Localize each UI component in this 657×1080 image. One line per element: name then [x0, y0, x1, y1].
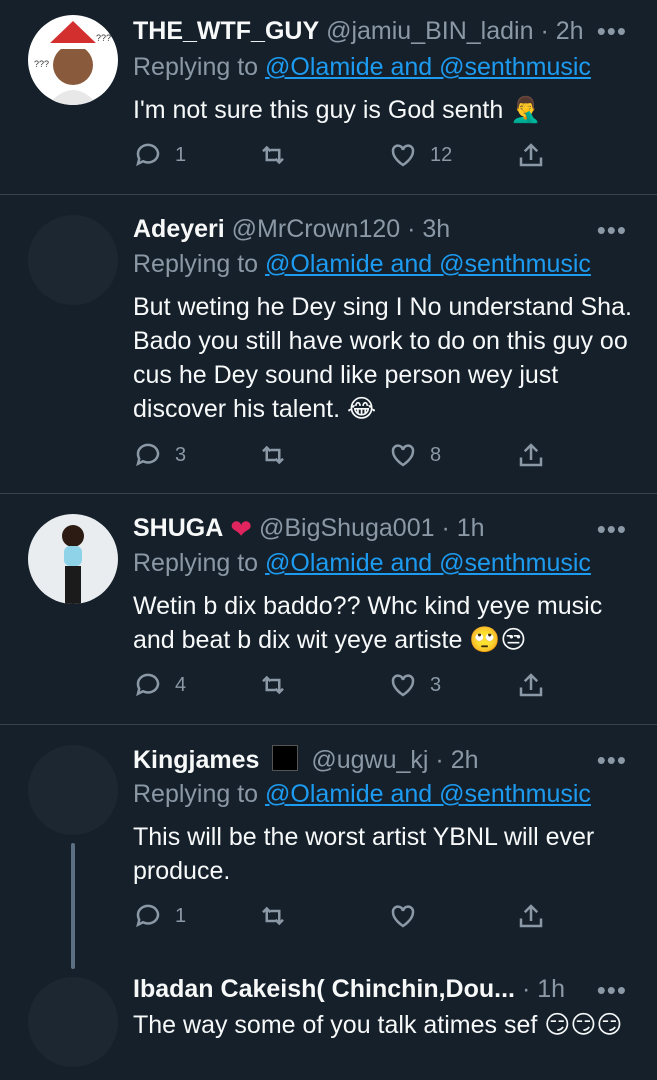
replying-to-link[interactable]: @Olamide and @senthmusic: [265, 53, 591, 81]
share-button[interactable]: [516, 670, 546, 700]
retweet-button[interactable]: [258, 901, 300, 931]
tweet-4[interactable]: Kingjames @ugwu_kj · 2h ••• Replying to …: [0, 725, 657, 969]
replying-to-label: Replying to: [133, 549, 259, 577]
display-name[interactable]: Adeyeri: [133, 215, 225, 243]
retweet-icon: [262, 145, 284, 165]
replying-to-link[interactable]: @Olamide and @senthmusic: [265, 250, 591, 278]
display-name[interactable]: SHUGA: [133, 514, 223, 542]
separator-dot: ·: [521, 975, 531, 1003]
tweet-text: But weting he Dey sing I No understand S…: [133, 293, 632, 423]
avatar-adeyeri[interactable]: [28, 215, 118, 305]
like-button[interactable]: 12: [388, 140, 452, 170]
reply-icon: [136, 443, 160, 467]
retweet-icon: [262, 675, 284, 695]
tweet-text: The way some of you talk atimes sef 😏😏😏: [133, 1011, 623, 1039]
avatar-ibadan-cakeish[interactable]: [28, 977, 118, 1067]
more-options-icon[interactable]: •••: [597, 975, 627, 1006]
timestamp[interactable]: 2h: [451, 746, 479, 774]
tweet-2[interactable]: Adeyeri @MrCrown120 · 3h ••• Replying to…: [0, 195, 657, 494]
retweet-button[interactable]: [258, 670, 300, 700]
black-square-icon: [272, 745, 299, 771]
share-button[interactable]: [516, 140, 546, 170]
replying-to-label: Replying to: [133, 53, 259, 81]
like-button[interactable]: [388, 901, 430, 931]
more-options-icon[interactable]: •••: [597, 16, 627, 47]
reply-button[interactable]: 3: [133, 440, 186, 470]
heart-icon: [391, 144, 415, 167]
retweet-icon: [262, 906, 284, 926]
separator-dot: ·: [407, 215, 416, 243]
avatar-shuga[interactable]: [28, 514, 118, 604]
like-count: 3: [430, 673, 442, 696]
svg-text:???: ???: [96, 33, 111, 43]
timestamp[interactable]: 3h: [422, 215, 450, 243]
user-handle[interactable]: @BigShuga001: [259, 514, 435, 542]
replying-to-link[interactable]: @Olamide and @senthmusic: [265, 780, 591, 808]
share-icon: [519, 443, 543, 467]
retweet-icon: [262, 445, 284, 465]
more-options-icon[interactable]: •••: [597, 514, 627, 545]
thread-connector-line: [71, 843, 75, 969]
like-count: 8: [430, 443, 442, 466]
replying-to-label: Replying to: [133, 780, 259, 808]
user-handle[interactable]: @jamiu_BIN_ladin: [326, 17, 533, 45]
reply-count: 4: [175, 673, 187, 696]
replying-to-label: Replying to: [133, 250, 259, 278]
timestamp[interactable]: 1h: [537, 975, 565, 1003]
display-name[interactable]: Kingjames: [133, 746, 259, 774]
reply-count: 1: [175, 143, 187, 166]
reply-button[interactable]: 1: [133, 140, 186, 170]
replying-to-link[interactable]: @Olamide and @senthmusic: [265, 549, 591, 577]
separator-dot: ·: [435, 746, 444, 774]
heart-icon: [391, 444, 415, 467]
timestamp[interactable]: 1h: [457, 514, 485, 542]
share-icon: [519, 143, 543, 167]
tweet-text: Wetin b dix baddo?? Whc kind yeye music …: [133, 592, 603, 654]
more-options-icon[interactable]: •••: [597, 745, 627, 776]
separator-dot: ·: [441, 514, 450, 542]
reply-icon: [136, 143, 160, 167]
tweet-text: I'm not sure this guy is God senth 🤦‍♂️: [133, 96, 542, 124]
avatar-the-wtf-guy[interactable]: ??? ???: [28, 15, 118, 105]
share-icon: [519, 904, 543, 928]
like-button[interactable]: 3: [388, 670, 441, 700]
display-name[interactable]: Ibadan Cakeish( Chinchin,Dou...: [133, 975, 515, 1003]
more-options-icon[interactable]: •••: [597, 215, 627, 246]
reply-button[interactable]: 4: [133, 670, 186, 700]
user-handle[interactable]: @MrCrown120: [232, 215, 400, 243]
tweet-text: This will be the worst artist YBNL will …: [133, 823, 595, 885]
like-button[interactable]: 8: [388, 440, 441, 470]
timestamp[interactable]: 2h: [556, 17, 584, 45]
reply-count: 3: [175, 443, 187, 466]
tweet-1[interactable]: ??? ??? THE_WTF_GUY @jamiu_BIN_ladin · 2…: [0, 0, 657, 195]
share-button[interactable]: [516, 440, 546, 470]
red-heart-icon: ❤: [230, 514, 253, 544]
heart-icon: [391, 905, 415, 928]
share-button[interactable]: [516, 901, 546, 931]
tweet-5[interactable]: Ibadan Cakeish( Chinchin,Dou... · 1h •••…: [0, 955, 657, 1080]
reply-count: 1: [175, 904, 187, 927]
reply-icon: [136, 673, 160, 697]
avatar-kingjames[interactable]: [28, 745, 118, 835]
svg-text:???: ???: [34, 59, 49, 69]
user-handle[interactable]: @ugwu_kj: [311, 746, 428, 774]
reply-icon: [136, 904, 160, 928]
retweet-button[interactable]: [258, 140, 300, 170]
tweet-3[interactable]: SHUGA ❤ @BigShuga001 · 1h ••• Replying t…: [0, 494, 657, 725]
display-name[interactable]: THE_WTF_GUY: [133, 17, 319, 45]
reply-button[interactable]: 1: [133, 901, 186, 931]
separator-dot: ·: [540, 17, 549, 45]
retweet-button[interactable]: [258, 440, 300, 470]
heart-icon: [391, 674, 415, 697]
like-count: 12: [430, 143, 453, 166]
share-icon: [519, 673, 543, 697]
